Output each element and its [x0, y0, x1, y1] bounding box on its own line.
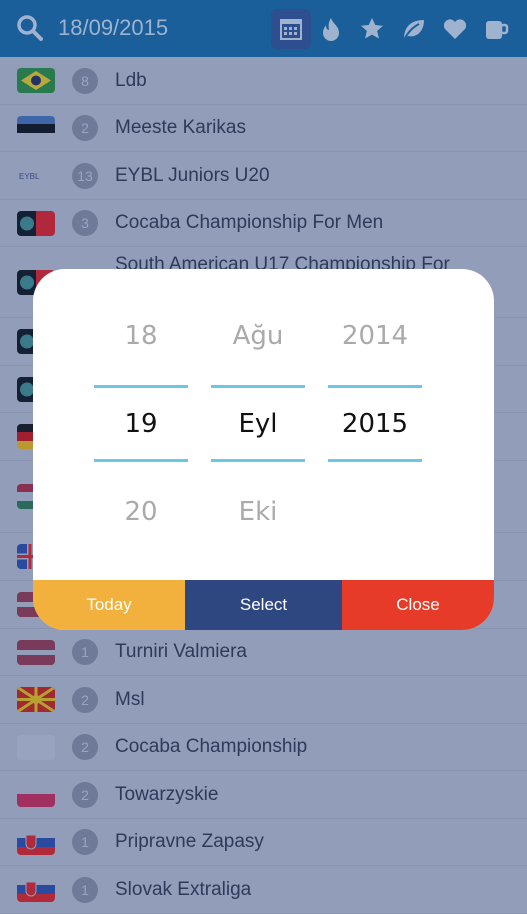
flag-icon: [17, 68, 55, 93]
flag-icon: [17, 829, 55, 855]
flag-icon: [17, 687, 55, 712]
flag-icon: EYBL: [17, 163, 55, 188]
heart-icon[interactable]: [435, 9, 475, 49]
day-selected[interactable]: 19: [94, 409, 188, 439]
count-badge: 1: [72, 876, 98, 903]
list-item[interactable]: 2 Cocaba Championship: [0, 724, 527, 771]
date-field[interactable]: 18/09/2015: [58, 15, 168, 41]
divider: [328, 385, 422, 388]
divider: [94, 459, 188, 462]
select-button[interactable]: Select: [185, 580, 342, 630]
league-name: Pripravne Zapasy: [115, 831, 264, 852]
leaf-icon[interactable]: [393, 9, 433, 49]
flag-icon: [17, 639, 55, 665]
league-name: Meeste Karikas: [115, 117, 246, 138]
svg-text:EYBL: EYBL: [19, 172, 40, 181]
day-prev[interactable]: 18: [94, 321, 188, 351]
list-item[interactable]: 2 Meeste Karikas: [0, 105, 527, 152]
league-name: Turniri Valmiera: [115, 641, 247, 662]
divider: [94, 385, 188, 388]
count-badge: 2: [72, 734, 98, 760]
count-badge: 8: [72, 67, 98, 94]
flag-icon: [17, 782, 55, 807]
star-icon[interactable]: [352, 9, 392, 49]
count-badge: 1: [72, 639, 98, 665]
league-name: Msl: [115, 688, 145, 710]
league-name: Cocaba Championship: [115, 736, 308, 757]
flag-icon: [17, 115, 55, 141]
count-badge: 2: [72, 686, 98, 713]
month-prev[interactable]: Ağu: [211, 321, 305, 351]
fire-icon[interactable]: [311, 9, 351, 49]
flag-icon: [17, 877, 55, 902]
list-item[interactable]: 8 Ldb: [0, 57, 527, 105]
league-name: Ldb: [115, 69, 147, 91]
month-next[interactable]: Eki: [211, 497, 305, 527]
flag-icon: [17, 210, 55, 236]
top-bar: 18/09/2015: [0, 0, 527, 57]
list-item[interactable]: 1 Turniri Valmiera: [0, 629, 527, 676]
calendar-icon[interactable]: [271, 9, 311, 49]
divider: [328, 459, 422, 462]
flag-icon: [17, 734, 55, 760]
list-item[interactable]: 3 Cocaba Championship For Men: [0, 200, 527, 247]
divider: [211, 385, 305, 388]
today-button[interactable]: Today: [33, 580, 185, 630]
list-item[interactable]: 1 Slovak Extraliga: [0, 866, 527, 914]
count-badge: 1: [72, 829, 98, 855]
list-item[interactable]: 2 Msl: [0, 676, 527, 724]
year-prev[interactable]: 2014: [328, 321, 422, 351]
league-name: Towarzyskie: [115, 783, 219, 805]
count-badge: 13: [72, 162, 98, 189]
league-name: Slovak Extraliga: [115, 878, 252, 900]
search-icon[interactable]: [16, 14, 44, 42]
month-selected[interactable]: Eyl: [211, 409, 305, 439]
list-item[interactable]: 2 Towarzyskie: [0, 771, 527, 819]
close-button[interactable]: Close: [342, 580, 494, 630]
count-badge: 3: [72, 210, 98, 236]
league-name: Cocaba Championship For Men: [115, 212, 384, 233]
divider: [211, 459, 305, 462]
league-name: EYBL Juniors U20: [115, 164, 270, 186]
list-item[interactable]: 1 Pripravne Zapasy: [0, 819, 527, 866]
date-picker-dialog: 18 19 20 Ağu Eyl Eki 2014 2015 Today Sel…: [33, 269, 494, 630]
mug-icon[interactable]: [476, 9, 516, 49]
count-badge: 2: [72, 781, 98, 808]
count-badge: 2: [72, 115, 98, 141]
list-item[interactable]: EYBL 13 EYBL Juniors U20: [0, 152, 527, 200]
year-selected[interactable]: 2015: [328, 409, 422, 439]
day-next[interactable]: 20: [94, 497, 188, 527]
